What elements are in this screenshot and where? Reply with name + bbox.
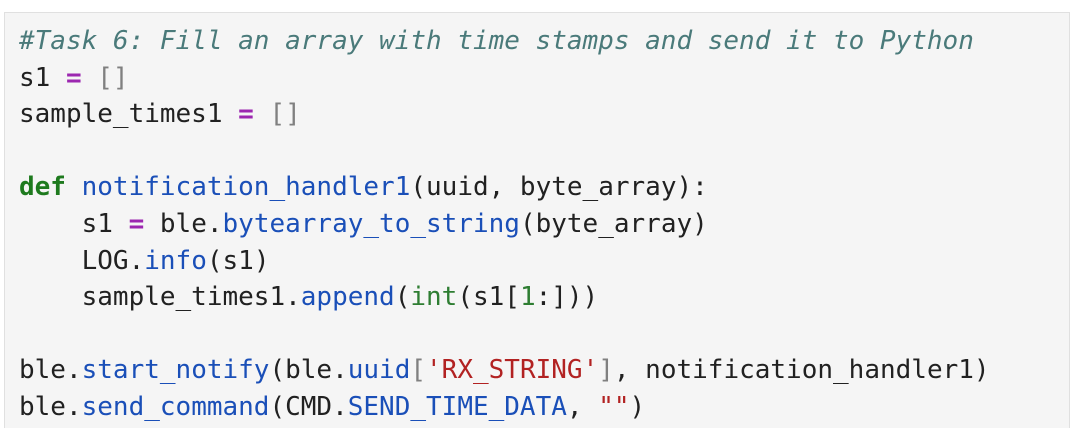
code-token: append xyxy=(300,282,395,313)
code-token: bytearray_to_string xyxy=(222,208,520,239)
code-token: , xyxy=(566,391,599,422)
code-line: #Task 6: Fill an array with time stamps … xyxy=(19,23,990,60)
code-token: [ xyxy=(410,355,427,386)
code-token: (s1) xyxy=(206,245,270,276)
code-token: send_command xyxy=(81,391,270,422)
code-token: [] xyxy=(97,62,129,93)
code-token: info xyxy=(144,245,207,276)
code-token: ( xyxy=(394,282,411,313)
code-token: SEND_TIME_DATA xyxy=(347,391,567,422)
code-line: def notification_handler1(uuid, byte_arr… xyxy=(19,169,990,206)
code-token: = xyxy=(238,99,254,130)
code-token: [] xyxy=(269,99,301,130)
code-token: uuid xyxy=(347,355,411,386)
code-line: sample_times1 = [] xyxy=(19,96,990,133)
code-token: s1 xyxy=(19,208,129,239)
code-token: ble. xyxy=(19,391,82,422)
code-line: LOG.info(s1) xyxy=(19,243,990,280)
code-line: ble.send_command(CMD.SEND_TIME_DATA, "") xyxy=(19,389,990,426)
code-token: (byte_array) xyxy=(519,208,708,239)
code-token: = xyxy=(128,208,145,239)
code-token: LOG. xyxy=(19,245,145,276)
code-cell[interactable]: #Task 6: Fill an array with time stamps … xyxy=(4,12,1070,428)
code-token: 'RX_STRING' xyxy=(426,355,599,386)
code-token: def xyxy=(19,172,66,203)
code-line: s1 = ble.bytearray_to_string(byte_array) xyxy=(19,206,990,243)
code-token: ble. xyxy=(144,208,223,239)
code-line: ​ xyxy=(19,316,990,353)
code-line: ​ xyxy=(19,133,990,170)
code-token: , notification_handler1) xyxy=(613,355,990,386)
code-token: start_notify xyxy=(81,355,270,386)
code-token: (uuid, byte_array): xyxy=(410,172,708,203)
code-line: sample_times1.append(int(s1[1:])) xyxy=(19,279,990,316)
code-token: ble. xyxy=(19,355,82,386)
code-token: "" xyxy=(598,391,630,422)
code-token: sample_times1. xyxy=(19,282,301,313)
code-token: :])) xyxy=(535,282,599,313)
code-token: (ble. xyxy=(269,355,348,386)
code-token: sample_times1 xyxy=(19,99,239,130)
code-token: s1 xyxy=(19,62,66,93)
code-editor[interactable]: #Task 6: Fill an array with time stamps … xyxy=(19,23,990,426)
code-token: (s1[ xyxy=(457,282,520,313)
code-line: s1 = [] xyxy=(19,60,990,97)
code-token: = xyxy=(65,62,82,93)
code-line: ble.start_notify(ble.uuid['RX_STRING'], … xyxy=(19,352,990,389)
code-token: #Task 6: Fill an array with time stamps … xyxy=(19,26,974,56)
code-token: ) xyxy=(629,391,646,422)
code-token: 1 xyxy=(519,282,536,313)
code-token: (CMD. xyxy=(269,391,348,422)
code-token: ] xyxy=(598,355,614,386)
code-token: int xyxy=(410,282,458,313)
code-token: notification_handler1 xyxy=(81,172,411,203)
